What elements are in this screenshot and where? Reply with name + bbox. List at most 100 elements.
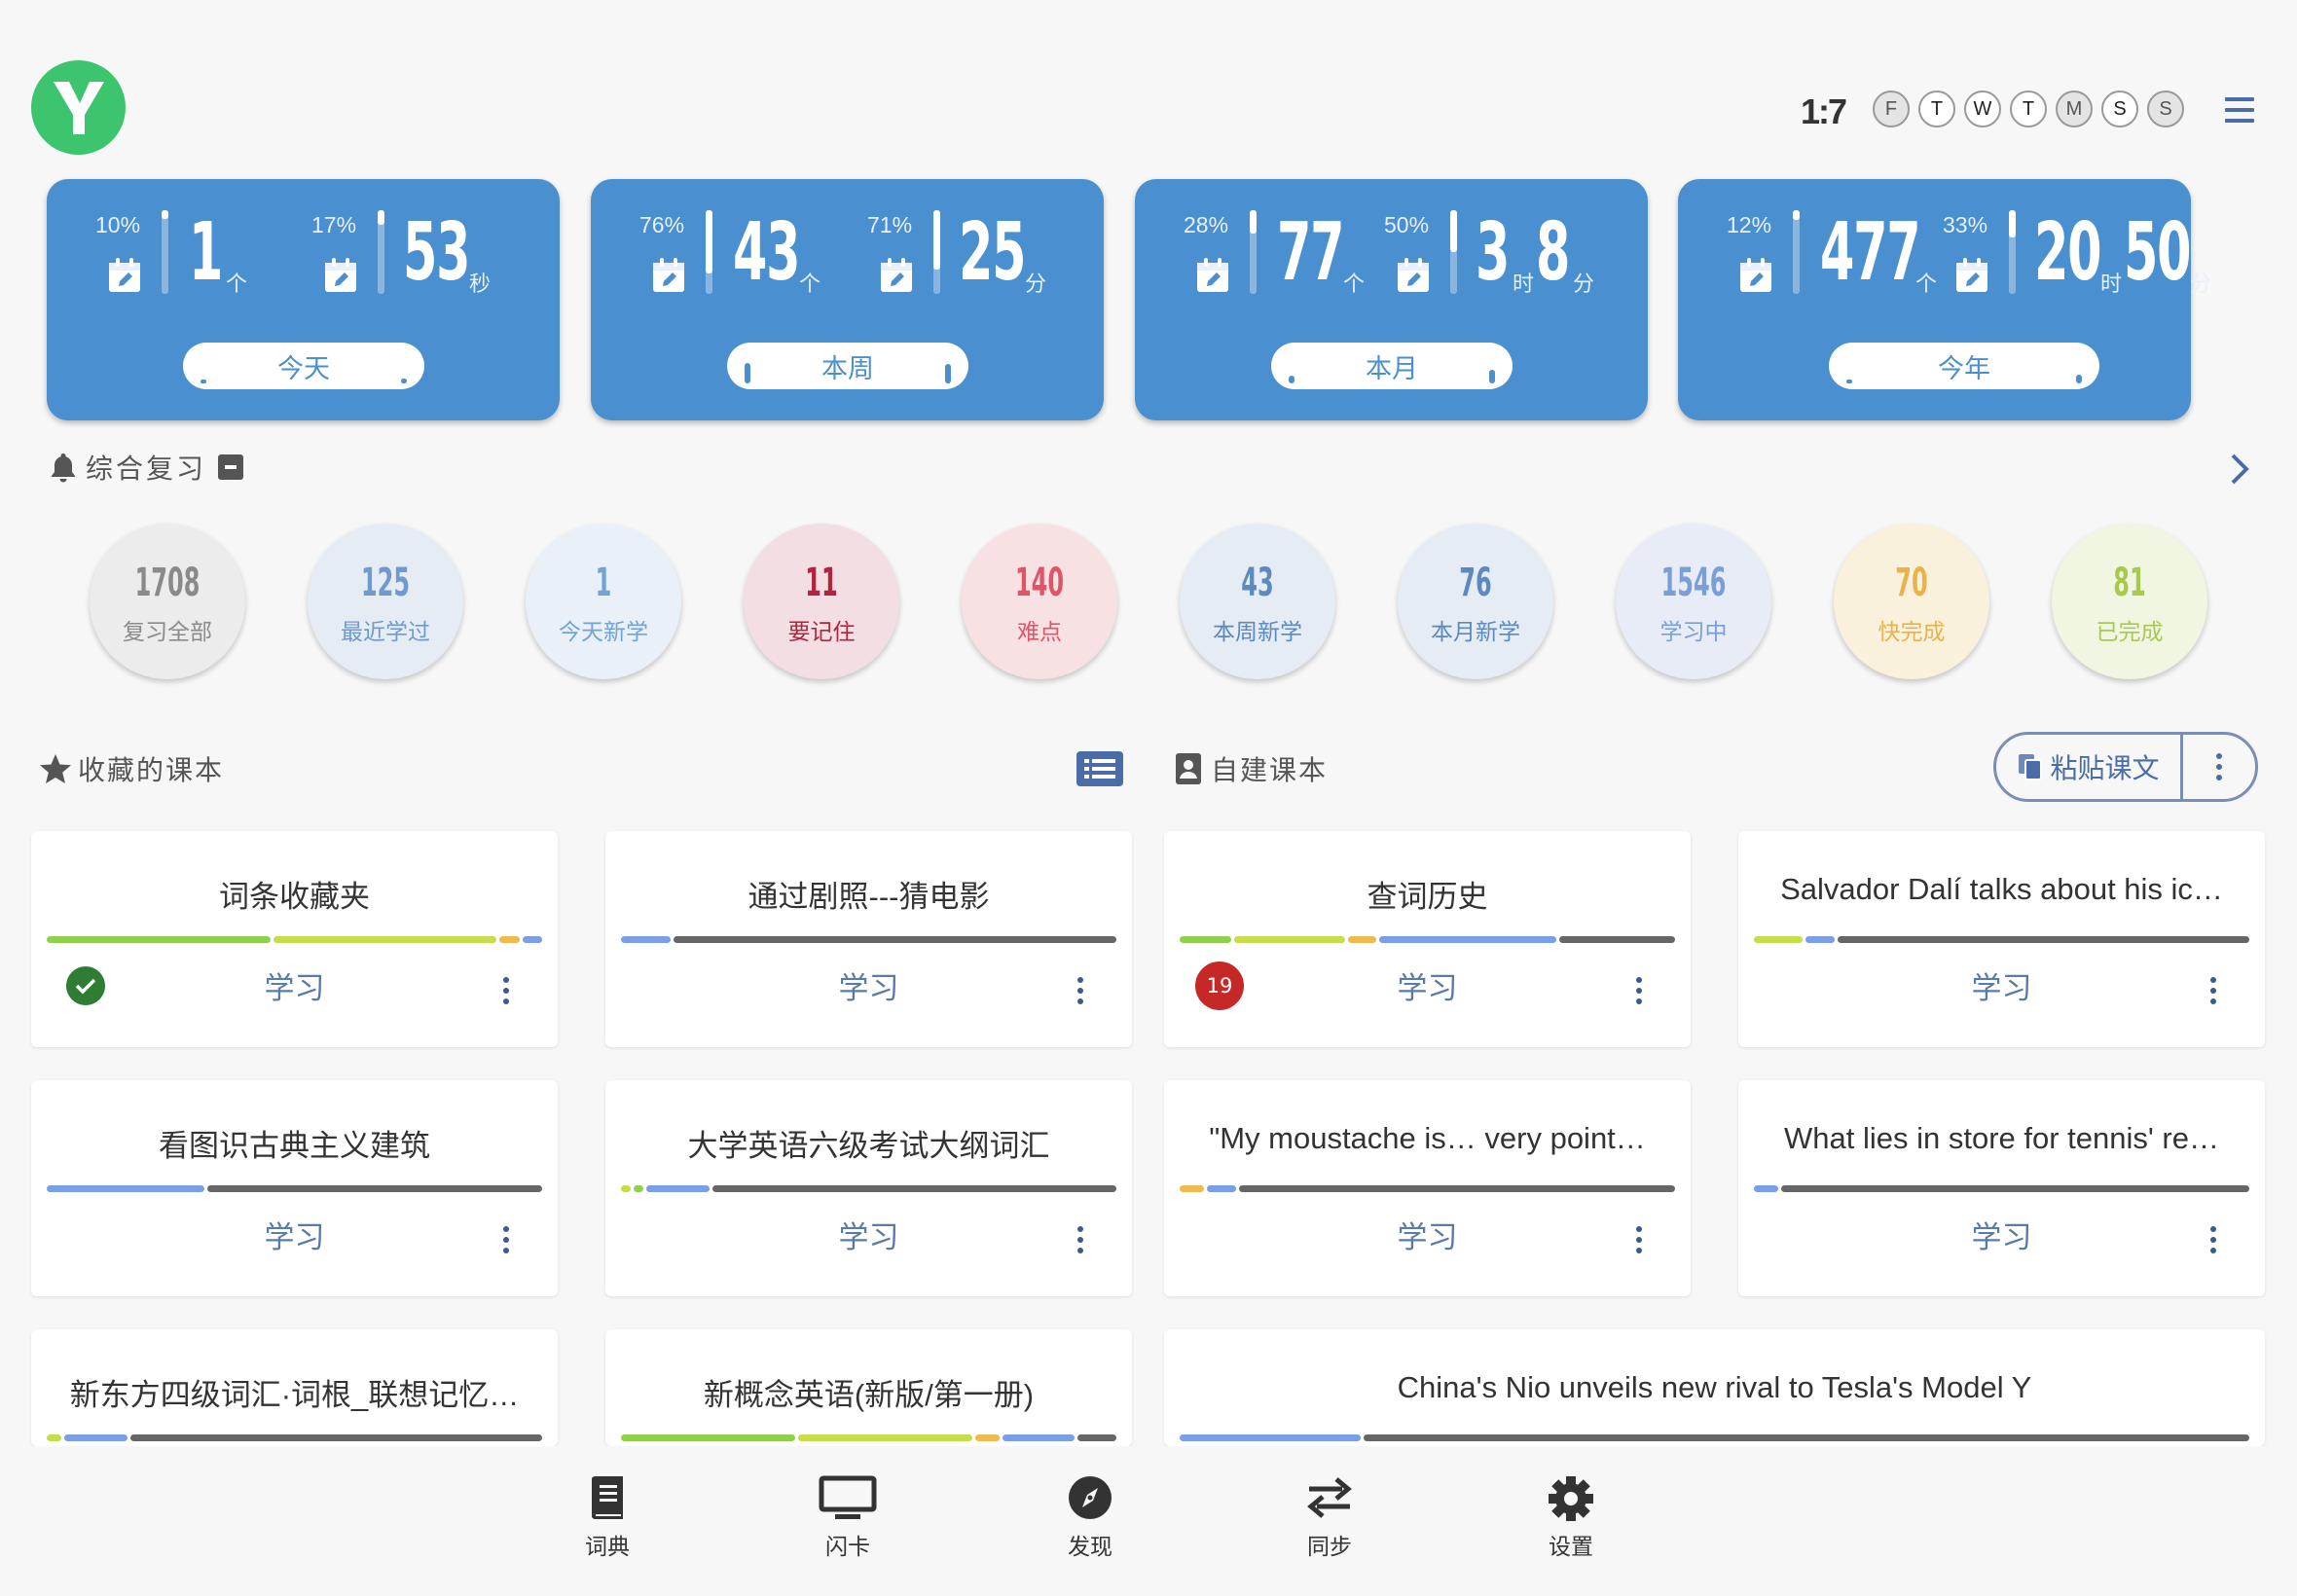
- study-button[interactable]: 学习: [1738, 1213, 2265, 1256]
- progress-segment: [797, 1434, 972, 1441]
- count-unit: 个: [226, 272, 248, 297]
- course-progress-bar: [621, 936, 1116, 943]
- period-button-本月[interactable]: 本月: [1271, 343, 1513, 389]
- time-main-unit: 时: [2100, 272, 2123, 297]
- menu-icon[interactable]: [2225, 97, 2254, 123]
- app-logo[interactable]: [31, 60, 126, 155]
- weekday-3: T: [2010, 91, 2047, 127]
- count-unit: 个: [1915, 272, 1938, 297]
- review-header[interactable]: 综合复习: [49, 448, 244, 487]
- more-options-icon[interactable]: [2183, 752, 2255, 781]
- nav-label: 同步: [1307, 1535, 1352, 1560]
- course-card[interactable]: China's Nio unveils new rival to Tesla's…: [1164, 1329, 2265, 1446]
- more-options-icon[interactable]: [1636, 977, 1642, 1009]
- course-title: 词条收藏夹: [219, 880, 370, 914]
- pill-marker-left: [745, 362, 750, 383]
- time-main-unit: 秒: [469, 272, 492, 297]
- review-count: 125: [360, 561, 411, 605]
- more-options-icon[interactable]: [2210, 1226, 2216, 1258]
- time-percent: 17%: [311, 212, 357, 237]
- course-card[interactable]: 查词历史 学习 19: [1164, 831, 1691, 1047]
- review-count: 81: [2113, 561, 2146, 605]
- review-circle-难点[interactable]: 140 难点: [962, 524, 1117, 679]
- study-button[interactable]: 学习: [605, 1213, 1132, 1256]
- more-options-icon[interactable]: [503, 1226, 509, 1258]
- review-circle-学习中[interactable]: 1546 学习中: [1616, 524, 1771, 679]
- review-circle-最近学过[interactable]: 125 最近学过: [308, 524, 463, 679]
- more-options-icon[interactable]: [503, 977, 509, 1009]
- period-button-今天[interactable]: 今天: [183, 343, 424, 389]
- course-card[interactable]: What lies in store for tennis' re… 学习: [1738, 1080, 2265, 1296]
- count-unit: 个: [1343, 272, 1366, 297]
- course-progress-bar: [1180, 1185, 1676, 1192]
- more-options-icon[interactable]: [1636, 1226, 1642, 1258]
- weekday-0: F: [1873, 91, 1910, 127]
- stat-card-本周: 76% 43 个 71% 25 分本周: [591, 179, 1104, 420]
- study-button[interactable]: 学习: [31, 963, 558, 1007]
- gear-icon: [1513, 1475, 1629, 1528]
- review-circle-本周新学[interactable]: 43 本周新学: [1180, 524, 1335, 679]
- review-circle-复习全部[interactable]: 1708 复习全部: [90, 524, 245, 679]
- paste-group: 粘贴课文: [1993, 732, 2258, 802]
- nav-设置[interactable]: 设置: [1513, 1475, 1629, 1561]
- review-circle-本月新学[interactable]: 76 本月新学: [1398, 524, 1553, 679]
- study-button[interactable]: 学习: [31, 1213, 558, 1256]
- time-progress-bar: [933, 210, 940, 294]
- course-card[interactable]: 新概念英语(新版/第一册): [605, 1329, 1132, 1446]
- more-options-icon[interactable]: [1077, 977, 1083, 1009]
- sync-arrows-icon: [1271, 1475, 1388, 1528]
- period-button-今年[interactable]: 今年: [1829, 343, 2099, 389]
- review-circle-要记住[interactable]: 11 要记住: [744, 524, 899, 679]
- copy-icon: [2019, 754, 2043, 780]
- study-button[interactable]: 学习: [1738, 963, 2265, 1007]
- count-progress-bar: [706, 210, 712, 294]
- review-label: 学习中: [1659, 620, 1728, 645]
- nav-发现[interactable]: 发现: [1032, 1475, 1148, 1561]
- review-label: 本月新学: [1431, 620, 1520, 645]
- period-label: 本月: [1366, 353, 1418, 384]
- more-options-icon[interactable]: [1077, 1226, 1083, 1258]
- nav-词典[interactable]: 词典: [549, 1475, 666, 1561]
- count-value: 1: [189, 206, 223, 299]
- logo-y-icon: [53, 81, 104, 134]
- book-icon: [549, 1475, 666, 1528]
- period-button-本周[interactable]: 本周: [727, 343, 968, 389]
- count-progress-bar: [1250, 210, 1257, 294]
- time-main-value: 20: [2034, 206, 2102, 299]
- study-button[interactable]: 学习: [1164, 1213, 1691, 1256]
- review-circle-已完成[interactable]: 81 已完成: [2052, 524, 2207, 679]
- review-circle-今天新学[interactable]: 1 今天新学: [526, 524, 681, 679]
- review-label: 复习全部: [123, 620, 212, 645]
- review-label: 今天新学: [559, 620, 648, 645]
- course-progress-bar: [1180, 1434, 2249, 1441]
- period-label: 本周: [821, 353, 874, 384]
- pill-marker-right: [401, 379, 407, 383]
- time-percent: 50%: [1384, 212, 1430, 237]
- week-days: FTWTMSS: [1873, 91, 2184, 127]
- nav-闪卡[interactable]: 闪卡: [789, 1475, 906, 1561]
- calendar-edit-icon: [323, 257, 358, 294]
- course-progress-bar: [47, 1185, 542, 1192]
- course-card[interactable]: 新东方四级词汇·词根_联想记忆…: [31, 1329, 558, 1446]
- course-title: China's Nio unveils new rival to Tesla's…: [1397, 1370, 2032, 1404]
- list-view-icon[interactable]: [1076, 751, 1123, 786]
- review-circle-快完成[interactable]: 70 快完成: [1834, 524, 1989, 679]
- chevron-right-icon[interactable]: [2229, 452, 2250, 496]
- course-card[interactable]: 通过剧照---猜电影 学习: [605, 831, 1132, 1047]
- course-title: Salvador Dalí talks about his ic…: [1780, 872, 2223, 906]
- course-card[interactable]: "My moustache is… very point… 学习: [1164, 1080, 1691, 1296]
- more-options-icon[interactable]: [2210, 977, 2216, 1009]
- course-card[interactable]: 大学英语六级考试大纲词汇 学习: [605, 1080, 1132, 1296]
- collapse-icon[interactable]: [218, 454, 244, 480]
- pill-marker-left: [1289, 376, 1294, 383]
- course-title: "My moustache is… very point…: [1209, 1121, 1646, 1155]
- course-card[interactable]: 词条收藏夹 学习: [31, 831, 558, 1047]
- course-card[interactable]: Salvador Dalí talks about his ic… 学习: [1738, 831, 2265, 1047]
- stat-card-今年: 12% 477 个 33% 20 时 50 分今年: [1678, 179, 2211, 420]
- nav-同步[interactable]: 同步: [1271, 1475, 1388, 1561]
- study-button[interactable]: 学习: [605, 963, 1132, 1007]
- paste-text-button[interactable]: 粘贴课文: [1996, 735, 2183, 799]
- time-main-value: 53: [403, 206, 471, 299]
- pill-marker-left: [201, 380, 206, 383]
- course-card[interactable]: 看图识古典主义建筑 学习: [31, 1080, 558, 1296]
